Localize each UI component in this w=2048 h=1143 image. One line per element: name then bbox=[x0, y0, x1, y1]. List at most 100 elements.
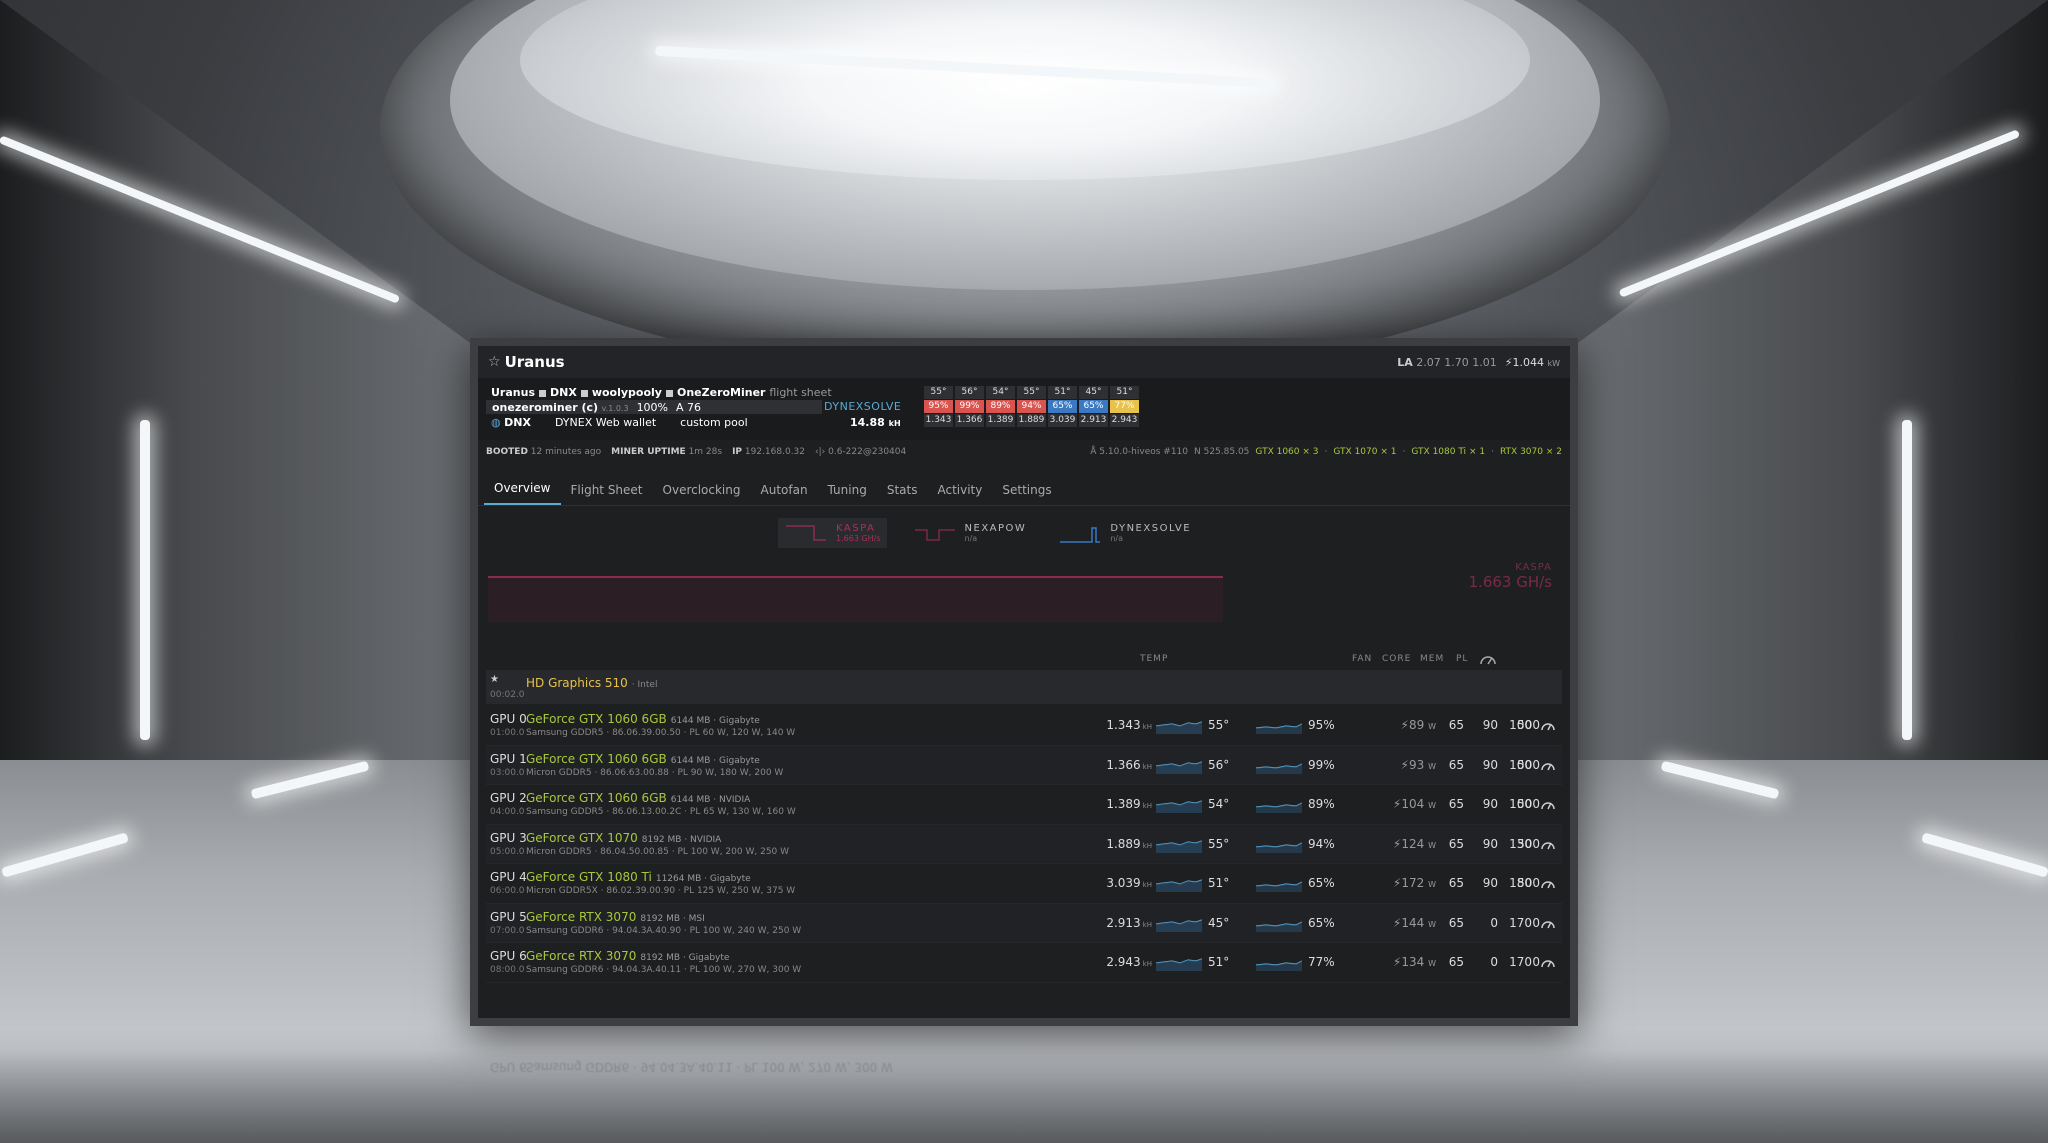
uptime-label: MINER UPTIME bbox=[611, 447, 686, 457]
gpu-bus: 08:00.0 bbox=[490, 965, 525, 975]
igpu-star: ★ bbox=[490, 674, 499, 685]
la-values: 2.07 1.70 1.01 bbox=[1416, 355, 1497, 369]
algo-pill-dynexsolve[interactable]: DYNEXSOLVE n/a bbox=[1052, 518, 1197, 548]
ip-value: 192.168.0.32 bbox=[744, 447, 806, 457]
gpu-model[interactable]: GeForce GTX 1060 6GB bbox=[526, 791, 667, 805]
gpu-mem: 8192 MB · NVIDIA bbox=[641, 834, 722, 845]
gpu-power-unit: W bbox=[1428, 801, 1436, 810]
tab-tuning[interactable]: Tuning bbox=[818, 475, 877, 505]
gauge-icon[interactable] bbox=[1540, 797, 1556, 811]
tab-autofan[interactable]: Autofan bbox=[751, 475, 818, 505]
gpu-model[interactable]: GeForce RTX 3070 bbox=[526, 910, 636, 924]
linux-icon: Å bbox=[1090, 447, 1097, 457]
left-pillar-light bbox=[140, 420, 150, 740]
gauge-all-icon[interactable] bbox=[1478, 652, 1498, 666]
fan-sparkline bbox=[1255, 756, 1303, 774]
favorite-star-icon[interactable]: ☆ bbox=[488, 354, 501, 370]
rig-name[interactable]: Uranus bbox=[505, 353, 565, 371]
algo-pill-nexapow[interactable]: NEXAPOW n/a bbox=[907, 518, 1033, 548]
coin-pool: custom pool bbox=[680, 416, 748, 429]
gpu-model[interactable]: GeForce GTX 1060 6GB bbox=[526, 752, 667, 766]
gpu-row[interactable]: GPU 6 08:00.0 GeForce RTX 3070 8192 MB · Gi… bbox=[486, 943, 1562, 983]
algo-kaspa-name: KASPA bbox=[836, 523, 876, 534]
tab-activity[interactable]: Activity bbox=[927, 475, 992, 505]
gpu-power: 124 bbox=[1401, 836, 1425, 851]
gpu-row[interactable]: GPU 4 06:00.0 GeForce GTX 1080 Ti 11264 MB … bbox=[486, 864, 1562, 904]
rig-panel: ☆ Uranus LA 2.07 1.70 1.01 ⚡1.044 kW Ura… bbox=[470, 338, 1578, 1026]
gpu-id: GPU 2 bbox=[490, 791, 527, 805]
fs-worker: Uranus bbox=[491, 386, 535, 399]
gauge-icon[interactable] bbox=[1540, 876, 1556, 890]
gauge-icon[interactable] bbox=[1540, 718, 1556, 732]
tab-flight-sheet[interactable]: Flight Sheet bbox=[561, 475, 653, 505]
gpu-fan-percent: 99% bbox=[1308, 757, 1335, 772]
gpu-summary-col[interactable]: 45° 65% 2.913 bbox=[1079, 386, 1108, 427]
header-pl: PL bbox=[1456, 654, 1469, 664]
gpu-row[interactable]: GPU 5 07:00.0 GeForce RTX 3070 8192 MB · MS… bbox=[486, 903, 1562, 943]
gpu-mem: 8192 MB · Gigabyte bbox=[640, 953, 730, 963]
header-fan: FAN bbox=[1352, 654, 1373, 664]
power-bolt-icon: ⚡ bbox=[1400, 718, 1409, 732]
tab-overview[interactable]: Overview bbox=[484, 473, 561, 505]
gpu-id: GPU 5 bbox=[490, 909, 527, 924]
gpu-row[interactable]: GPU 2 04:00.0 GeForce GTX 1060 6GB 6144 MB … bbox=[486, 785, 1562, 825]
igpu-row[interactable]: ★ 00:02.0 HD Graphics 510 · Intel bbox=[486, 670, 1562, 704]
gpu-summary-col[interactable]: 55° 94% 1.889 bbox=[1017, 386, 1046, 427]
gauge-icon[interactable] bbox=[1540, 837, 1556, 851]
gpu-summary-hash: 1.366 bbox=[955, 414, 984, 427]
gpu-hashrate: 2.913 bbox=[1106, 915, 1141, 930]
gpu-bus: 01:00.0 bbox=[490, 728, 525, 738]
gpu-row[interactable]: GPU 1 03:00.0 GeForce GTX 1060 6GB 6144 MB … bbox=[486, 745, 1562, 785]
hashrate-sparkline bbox=[1155, 756, 1203, 774]
hashrate-sparkline bbox=[1155, 914, 1203, 932]
gpu-summary-col[interactable]: 56° 99% 1.366 bbox=[955, 386, 984, 427]
tab-stats[interactable]: Stats bbox=[877, 475, 928, 505]
flight-sheet-line[interactable]: Uranus DNX woolypooly OneZeroMiner flight s… bbox=[491, 386, 832, 399]
gpu-summary-temp: 45° bbox=[1079, 386, 1108, 399]
tab-overclocking[interactable]: Overclocking bbox=[653, 475, 751, 505]
gpu-power: 172 bbox=[1401, 876, 1425, 890]
gpu-summary-col[interactable]: 55° 95% 1.343 bbox=[924, 386, 953, 427]
gpu-summary-col[interactable]: 54° 89% 1.389 bbox=[986, 386, 1015, 427]
gpu-hash-unit: kH bbox=[1142, 723, 1152, 731]
gpu-row[interactable]: GPU 3 05:00.0 GeForce GTX 1070 8192 MB · NV… bbox=[486, 824, 1562, 864]
gpu-type-2: GTX 1080 Ti bbox=[1411, 447, 1467, 457]
gpu-mem: 6144 MB · Gigabyte bbox=[670, 716, 760, 726]
gpu-summary-hash: 2.943 bbox=[1110, 414, 1139, 427]
gpu-power-limit: 170 bbox=[1509, 915, 1532, 930]
miner-shares: A 76 bbox=[676, 400, 702, 414]
la-label: LA bbox=[1397, 355, 1413, 369]
gpu-model[interactable]: GeForce RTX 3070 bbox=[526, 949, 636, 963]
gpu-row[interactable]: GPU 0 01:00.0 GeForce GTX 1060 6GB 6144 MB … bbox=[486, 706, 1562, 746]
nexapow-sparkline bbox=[914, 529, 955, 541]
gpu-id: GPU 6 bbox=[490, 949, 527, 963]
gauge-icon[interactable] bbox=[1540, 916, 1556, 930]
gpu-summary-col[interactable]: 51° 65% 3.039 bbox=[1048, 386, 1077, 427]
header-core: CORE bbox=[1382, 654, 1412, 664]
gpu-summary-fan: 95% bbox=[924, 400, 953, 413]
gauge-icon[interactable] bbox=[1540, 955, 1556, 969]
gpu-summary-hash: 3.039 bbox=[1048, 414, 1077, 427]
algo-pill-kaspa[interactable]: KASPA 1.663 GH/s bbox=[778, 518, 887, 548]
hashrate-sparkline bbox=[1155, 874, 1203, 892]
gpu-summary-col[interactable]: 51° 77% 2.943 bbox=[1110, 386, 1139, 427]
gpu-hash-unit: kH bbox=[1142, 960, 1152, 968]
miner-line[interactable]: onezerominer (c) v.1.0.3 100% A 76 bbox=[486, 400, 822, 414]
gpu-model[interactable]: GeForce GTX 1060 6GB bbox=[526, 712, 667, 726]
miner-algo: DYNEXSOLVE bbox=[824, 400, 902, 413]
coin-ticker: DNX bbox=[504, 416, 531, 429]
gpu-power: 144 bbox=[1401, 915, 1425, 930]
gauge-icon[interactable] bbox=[1540, 758, 1556, 772]
gpu-summary-temp: 55° bbox=[924, 386, 953, 399]
version-icon: ‹|› bbox=[815, 447, 826, 457]
gpu-model[interactable]: GeForce GTX 1080 Ti bbox=[526, 870, 652, 884]
gpu-power-limit: 100 bbox=[1509, 797, 1532, 811]
tab-settings[interactable]: Settings bbox=[992, 475, 1061, 505]
side-label-value: 1.663 GH/s bbox=[1468, 573, 1552, 591]
fan-sparkline bbox=[1255, 835, 1303, 853]
hashrate-sparkline bbox=[1155, 953, 1203, 971]
gpu-model[interactable]: GeForce GTX 1070 bbox=[526, 831, 638, 845]
gpu-hashrate: 2.943 bbox=[1106, 955, 1141, 969]
booted-label: BOOTED bbox=[486, 447, 528, 457]
gpu-type-2-count: × 1 bbox=[1468, 447, 1486, 457]
